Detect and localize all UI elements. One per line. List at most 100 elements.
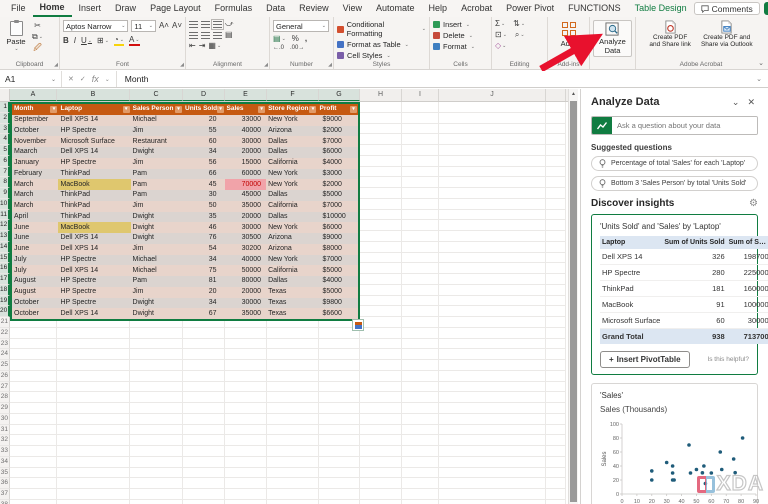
cell[interactable]: [402, 284, 439, 296]
table-cell[interactable]: October: [12, 297, 59, 309]
cell[interactable]: [130, 435, 183, 446]
cell[interactable]: [225, 338, 267, 350]
table-cell[interactable]: 80000: [224, 276, 267, 287]
table-cell[interactable]: $4000: [317, 157, 358, 169]
cell[interactable]: [183, 424, 225, 436]
cell[interactable]: [546, 403, 566, 414]
cell[interactable]: [360, 284, 402, 296]
cell[interactable]: [546, 209, 566, 221]
table-cell[interactable]: Dwight: [130, 308, 183, 319]
table-cell[interactable]: January: [12, 157, 59, 169]
table-cell[interactable]: Restaurant: [130, 136, 183, 147]
cell[interactable]: [183, 403, 225, 414]
cell[interactable]: [319, 381, 360, 393]
cell[interactable]: [57, 489, 130, 500]
cell[interactable]: [402, 231, 439, 242]
filter-dropdown-icon[interactable]: ▾: [122, 105, 130, 113]
cell[interactable]: [183, 392, 225, 403]
table-cell[interactable]: Dell XPS 14: [58, 308, 131, 319]
cell[interactable]: [267, 499, 319, 504]
cell[interactable]: [402, 155, 439, 167]
table-cell[interactable]: April: [12, 211, 59, 223]
cell[interactable]: [57, 381, 130, 393]
number-format-combo[interactable]: General ⌄: [273, 20, 329, 32]
cell[interactable]: [402, 188, 439, 199]
column-header-filler[interactable]: [546, 89, 566, 101]
cell[interactable]: [267, 360, 319, 371]
row-header-15[interactable]: 15: [0, 252, 10, 264]
cell[interactable]: [439, 188, 546, 199]
conditional-formatting-button[interactable]: Conditional Formatting ⌄: [337, 20, 426, 38]
table-cell[interactable]: HP Spectre: [58, 254, 131, 266]
cell[interactable]: [319, 424, 360, 436]
cell[interactable]: [402, 456, 439, 468]
table-cell[interactable]: $9000: [317, 233, 358, 244]
cell[interactable]: [360, 489, 402, 500]
cell[interactable]: [267, 370, 319, 382]
align-top-button[interactable]: [189, 20, 198, 28]
table-cell[interactable]: Dwight: [130, 147, 183, 158]
table-cell[interactable]: Pam: [130, 190, 183, 201]
cell[interactable]: [402, 317, 439, 328]
cell[interactable]: [546, 123, 566, 135]
cell[interactable]: [546, 102, 566, 113]
cell[interactable]: [360, 424, 402, 436]
cell[interactable]: [439, 306, 546, 317]
table-cell[interactable]: 34: [182, 147, 225, 158]
table-cell[interactable]: $4000: [317, 276, 358, 287]
cell[interactable]: [10, 360, 57, 371]
cell[interactable]: [319, 489, 360, 500]
cell[interactable]: [183, 435, 225, 446]
cell[interactable]: [360, 478, 402, 489]
cell[interactable]: [546, 478, 566, 489]
ask-question-box[interactable]: [591, 116, 758, 135]
row-header-24[interactable]: 24: [0, 349, 10, 360]
column-header-C[interactable]: C: [130, 89, 183, 101]
cell[interactable]: [319, 392, 360, 403]
table-cell[interactable]: ThinkPad: [58, 200, 131, 212]
table-cell[interactable]: New York: [266, 114, 318, 126]
grow-font-button[interactable]: A˄: [159, 22, 169, 30]
italic-button[interactable]: I: [74, 37, 76, 45]
table-cell[interactable]: Jim: [130, 125, 183, 137]
table-cell[interactable]: 60000: [224, 168, 267, 180]
cell[interactable]: [183, 499, 225, 504]
cell[interactable]: [360, 306, 402, 317]
cell[interactable]: [360, 188, 402, 199]
table-cell[interactable]: Arizona: [266, 125, 318, 137]
table-cell[interactable]: 20000: [224, 211, 267, 223]
scrollbar-thumb[interactable]: [570, 101, 577, 502]
cell[interactable]: [402, 241, 439, 253]
table-cell[interactable]: 30: [182, 190, 225, 201]
scroll-up-icon[interactable]: ▲: [569, 89, 578, 99]
cell[interactable]: [57, 370, 130, 382]
cell[interactable]: [439, 123, 546, 135]
column-header-D[interactable]: D: [183, 89, 225, 101]
cell[interactable]: [360, 145, 402, 156]
row-header-21[interactable]: 21: [0, 317, 10, 328]
align-right-button[interactable]: [213, 31, 222, 39]
cell[interactable]: [130, 360, 183, 371]
font-dialog-launcher[interactable]: ◢: [180, 62, 184, 68]
table-cell[interactable]: ThinkPad: [58, 211, 131, 223]
table-cell[interactable]: HP Spectre: [58, 276, 131, 287]
table-cell[interactable]: $3000: [317, 168, 358, 180]
table-cell[interactable]: 67: [182, 308, 225, 319]
cell[interactable]: [439, 413, 546, 425]
cell[interactable]: [402, 327, 439, 339]
table-cell[interactable]: Dallas: [266, 276, 318, 287]
cell[interactable]: [402, 145, 439, 156]
cell[interactable]: [319, 446, 360, 457]
cell[interactable]: [439, 284, 546, 296]
cell[interactable]: [360, 263, 402, 274]
cell[interactable]: [439, 381, 546, 393]
cell[interactable]: [402, 274, 439, 285]
cell[interactable]: [360, 360, 402, 371]
table-cell[interactable]: $8000: [317, 243, 358, 255]
table-cell[interactable]: ThinkPad: [58, 190, 131, 201]
cell[interactable]: [439, 102, 546, 113]
cell[interactable]: [10, 370, 57, 382]
cell[interactable]: [360, 220, 402, 231]
row-header-25[interactable]: 25: [0, 360, 10, 371]
cell[interactable]: [130, 446, 183, 457]
